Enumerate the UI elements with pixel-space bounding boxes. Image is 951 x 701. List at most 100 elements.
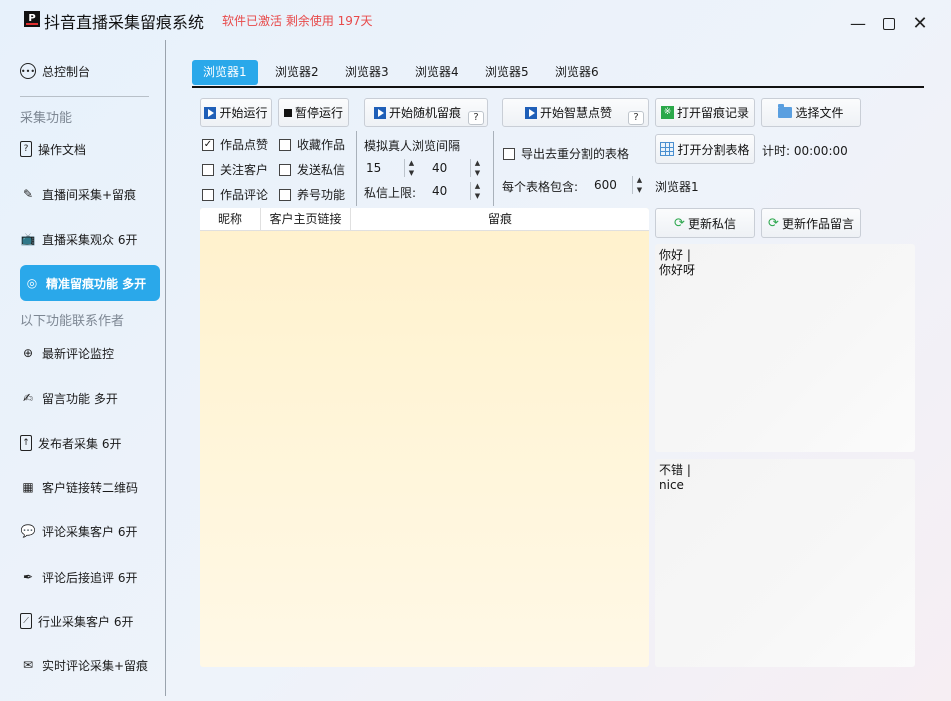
browser-indicator: 浏览器1: [655, 180, 699, 194]
checkbox-box: ✓: [202, 138, 214, 151]
checkbox-label: 导出去重分割的表格: [521, 147, 630, 161]
smart-like-help-button[interactable]: ?: [628, 111, 644, 125]
checkbox-label: 作品点赞: [220, 138, 269, 152]
sidebar-item-live-audience[interactable]: 📺 直播采集观众 6开: [20, 221, 160, 257]
restore-icon: [883, 18, 895, 30]
update-comment-button[interactable]: ⟳ 更新作品留言: [761, 208, 861, 238]
folder-icon: [778, 104, 793, 118]
sidebar-item-industry[interactable]: ⟋ 行业采集客户 6开: [20, 603, 160, 639]
maximize-button[interactable]: [879, 14, 899, 34]
sidebar-item-label: 直播间采集+留痕: [42, 187, 137, 202]
collect-works-checkbox[interactable]: 收藏作品: [279, 136, 345, 153]
stepper-value: 600: [594, 178, 617, 192]
open-record-button[interactable]: ※ 打开留痕记录: [655, 98, 755, 127]
sidebar-item-comment-collect[interactable]: 💬 评论采集客户 6开: [20, 513, 160, 549]
tab-browser-5[interactable]: 浏览器5: [485, 60, 529, 85]
tv-icon: 📺: [20, 232, 36, 246]
sidebar-item-realtime-comment[interactable]: ✉ 实时评论采集+留痕: [20, 647, 160, 683]
document-help-icon: ?: [20, 141, 32, 157]
sidebar-item-docs[interactable]: ? 操作文档: [20, 131, 160, 167]
chat-icon: 💬: [20, 524, 36, 538]
dm-textarea[interactable]: 你好 | 你好呀: [655, 244, 915, 452]
per-table-stepper[interactable]: 600 ▲ ▼: [590, 175, 646, 195]
activation-status: 软件已激活 剩余使用 197天: [222, 14, 373, 28]
stepper-arrows-icon[interactable]: ▲ ▼: [470, 159, 484, 177]
interval-max-stepper[interactable]: 40 ▲ ▼: [428, 158, 484, 178]
sidebar-item-follow-comment[interactable]: ✒ 评论后接追评 6开: [20, 559, 160, 595]
interval-min-stepper[interactable]: 15 ▲ ▼: [362, 158, 418, 178]
section-collect: 采集功能: [20, 111, 73, 126]
sidebar-item-qrcode[interactable]: ▦ 客户链接转二维码: [20, 469, 160, 505]
start-button[interactable]: 开始运行: [200, 98, 272, 127]
column-profile-link[interactable]: 客户主页链接: [261, 208, 351, 231]
refresh-icon: ⟳: [768, 215, 779, 231]
sidebar-item-label: 评论后接追评 6开: [42, 570, 138, 585]
more-circle-icon: •••: [20, 63, 36, 79]
comment-works-checkbox[interactable]: 作品评论: [202, 186, 268, 203]
smart-like-button[interactable]: 开始智慧点赞: [502, 98, 649, 127]
comment-line: 不错 |: [659, 463, 691, 477]
update-dm-label: 更新私信: [687, 216, 736, 231]
tab-browser-4[interactable]: 浏览器4: [415, 60, 459, 85]
dm-line: 你好 |: [659, 248, 691, 262]
tab-browser-6[interactable]: 浏览器6: [555, 60, 599, 85]
play-icon: [204, 106, 217, 119]
checkbox-box: [503, 147, 515, 160]
dm-line: 你好呀: [659, 263, 696, 277]
follow-checkbox[interactable]: 关注客户: [202, 161, 268, 178]
sidebar-item-label: 客户链接转二维码: [42, 480, 139, 495]
column-trace[interactable]: 留痕: [351, 208, 649, 231]
stepper-arrows-icon[interactable]: ▲ ▼: [470, 182, 484, 200]
tab-browser-2[interactable]: 浏览器2: [275, 60, 319, 85]
tab-underline: [192, 86, 924, 88]
upload-icon: ↑: [20, 435, 32, 451]
export-dedup-checkbox[interactable]: 导出去重分割的表格: [503, 145, 629, 162]
send-dm-checkbox[interactable]: 发送私信: [279, 161, 345, 178]
checkbox-box: [202, 163, 214, 176]
comment-edit-icon: ✉: [22, 658, 34, 672]
checkbox-box: [279, 163, 291, 176]
tab-browser-3[interactable]: 浏览器3: [345, 60, 389, 85]
refresh-icon: ⟳: [674, 215, 685, 231]
record-icon: ※: [660, 106, 674, 119]
options-separator: [493, 131, 494, 206]
comment-textarea[interactable]: 不错 | nice: [655, 459, 915, 667]
stepper-value: 40: [432, 184, 448, 198]
sidebar-item-live-collect[interactable]: ✎ 直播间采集+留痕: [20, 176, 160, 212]
sidebar-item-label: 实时评论采集+留痕: [42, 658, 149, 673]
random-help-button[interactable]: ?: [468, 111, 484, 125]
open-split-button[interactable]: 打开分割表格: [655, 134, 755, 164]
sidebar-item-comment-monitor[interactable]: ⊕ 最新评论监控: [20, 335, 160, 371]
sidebar-item-message[interactable]: ✍ 留言功能 多开: [20, 380, 160, 416]
sidebar-item-label: 评论采集客户 6开: [42, 524, 138, 539]
nurture-checkbox[interactable]: 养号功能: [279, 186, 345, 203]
stepper-arrows-icon[interactable]: ▲ ▼: [632, 176, 646, 194]
tab-browser-1[interactable]: 浏览器1: [192, 60, 258, 85]
results-table[interactable]: 昵称 客户主页链接 留痕: [200, 208, 649, 667]
stepper-arrows-icon[interactable]: ▲ ▼: [404, 159, 418, 177]
per-table-label: 每个表格包含:: [502, 180, 579, 194]
random-label: 开始随机留痕: [389, 106, 462, 120]
pen-line-icon: ✒: [22, 570, 34, 584]
sidebar-item-console[interactable]: ••• 总控制台: [20, 53, 160, 89]
dm-limit-stepper[interactable]: 40 ▲ ▼: [428, 181, 484, 201]
update-dm-button[interactable]: ⟳ 更新私信: [655, 208, 755, 238]
sidebar-item-precise-trace[interactable]: ◎ 精准留痕功能 多开: [20, 265, 160, 301]
checkbox-box: [279, 138, 291, 151]
qrcode-icon: ▦: [22, 480, 34, 494]
column-nickname[interactable]: 昵称: [200, 208, 261, 231]
close-button[interactable]: ✕: [910, 14, 930, 34]
like-works-checkbox[interactable]: ✓ 作品点赞: [202, 136, 268, 153]
sidebar-item-publisher[interactable]: ↑ 发布者采集 6开: [20, 425, 160, 461]
checkbox-label: 发送私信: [297, 163, 346, 177]
play-icon: [525, 106, 537, 119]
choose-file-button[interactable]: 选择文件: [761, 98, 861, 127]
chart-icon: ⟋: [20, 613, 32, 629]
minimize-button[interactable]: —: [848, 14, 868, 34]
minimize-icon: —: [850, 14, 866, 33]
pause-button[interactable]: 暂停运行: [278, 98, 349, 127]
table-header: 昵称 客户主页链接 留痕: [200, 208, 649, 231]
stepper-value: 15: [366, 161, 382, 175]
timer: 计时: 00:00:00: [762, 144, 848, 158]
checkbox-label: 养号功能: [297, 188, 346, 202]
